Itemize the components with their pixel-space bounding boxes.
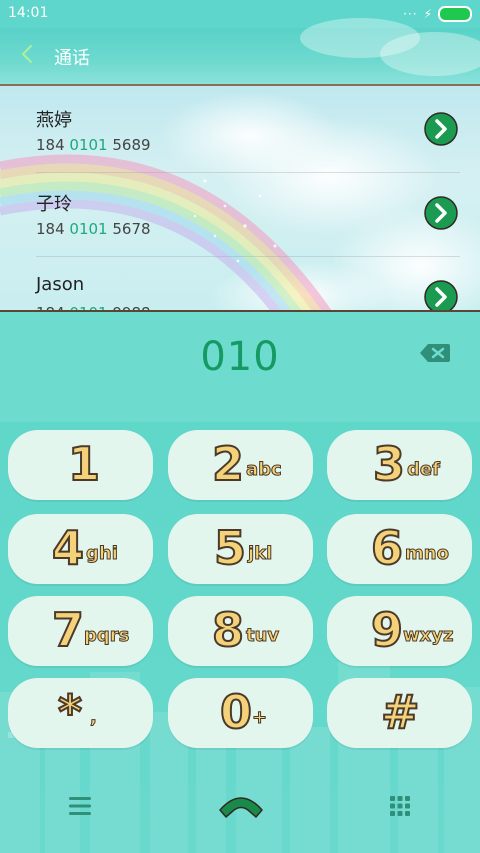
key-letters: def	[407, 459, 441, 481]
key-star[interactable]: * ,	[8, 678, 153, 748]
key-digit: 6	[370, 520, 404, 576]
key-letters: pqrs	[83, 625, 130, 647]
key-digit: 7	[51, 602, 85, 658]
key-4[interactable]: 4 ghi	[8, 514, 153, 584]
number-suffix: 5678	[107, 220, 151, 238]
chevron-left-icon[interactable]	[16, 42, 40, 66]
contact-row[interactable]: 燕婷 184 0101 5689	[0, 86, 462, 170]
chevron-right-circle-icon[interactable]	[424, 280, 458, 312]
number-match: 0101	[69, 220, 108, 238]
contact-name: Jason	[36, 274, 85, 295]
number-display: 010	[0, 310, 480, 424]
menu-icon[interactable]	[66, 795, 94, 817]
key-digit: 1	[67, 436, 101, 492]
key-2[interactable]: 2 abc	[168, 430, 313, 500]
key-digit: 9	[370, 602, 404, 658]
status-icons: ··· ⚡	[403, 6, 472, 22]
title-bar: 通话	[0, 18, 480, 84]
key-digit: #	[380, 684, 421, 740]
signal-dots-icon: ···	[403, 7, 418, 21]
key-7[interactable]: 7 pqrs	[8, 596, 153, 666]
chevron-right-circle-icon[interactable]	[424, 196, 458, 230]
key-hash[interactable]: #	[327, 678, 472, 748]
contact-number: 184 0101 5678	[36, 220, 151, 238]
key-digit: 0	[219, 684, 253, 740]
key-1[interactable]: 1	[8, 430, 153, 500]
key-letters: +	[251, 707, 268, 729]
key-letters: tuv	[245, 625, 280, 647]
charging-icon: ⚡	[423, 7, 432, 21]
number-match: 0101	[69, 136, 108, 154]
key-letters: wxyz	[402, 625, 454, 647]
key-letters: abc	[246, 459, 283, 481]
key-digit: 5	[213, 520, 247, 576]
key-letters: ,	[90, 707, 98, 729]
key-digit: 3	[372, 436, 406, 492]
page-title: 通话	[54, 48, 90, 69]
key-5[interactable]: 5 jkl	[168, 514, 313, 584]
chevron-right-circle-icon[interactable]	[424, 112, 458, 146]
key-9[interactable]: 9 wxyz	[327, 596, 472, 666]
contact-name: 子玲	[36, 194, 72, 215]
cloud-decoration	[380, 32, 480, 76]
key-digit: 4	[51, 520, 85, 576]
key-digit: *	[57, 684, 83, 740]
key-8[interactable]: 8 tuv	[168, 596, 313, 666]
number-prefix: 184	[36, 136, 70, 154]
key-letters: mno	[405, 543, 450, 565]
number-suffix: 5689	[107, 136, 151, 154]
key-3[interactable]: 3 def	[327, 430, 472, 500]
dialpad-icon[interactable]	[388, 794, 412, 818]
status-bar: 14:01 ··· ⚡	[0, 0, 480, 28]
key-digit: 2	[211, 436, 245, 492]
key-6[interactable]: 6 mno	[327, 514, 472, 584]
key-0[interactable]: 0 +	[168, 678, 313, 748]
dialed-number: 010	[200, 334, 280, 380]
contact-list[interactable]: 燕婷 184 0101 5689 子玲 184 0101 5678 Jason …	[0, 84, 480, 312]
contact-name: 燕婷	[36, 110, 72, 131]
contact-row[interactable]: 子玲 184 0101 5678	[0, 170, 462, 254]
contact-row[interactable]: Jason 184 0101 9988	[0, 254, 462, 312]
contact-number: 184 0101 5689	[36, 136, 151, 154]
battery-icon	[438, 6, 472, 22]
backspace-icon[interactable]	[418, 342, 452, 364]
phone-icon[interactable]	[216, 790, 266, 822]
status-time: 14:01	[8, 5, 49, 21]
key-letters: ghi	[86, 543, 119, 565]
key-letters: jkl	[247, 543, 273, 565]
number-prefix: 184	[36, 220, 70, 238]
key-digit: 8	[211, 602, 245, 658]
